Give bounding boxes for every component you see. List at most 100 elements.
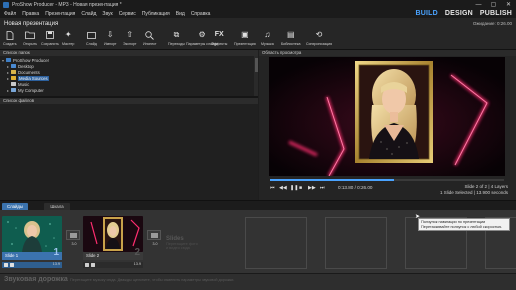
import-button[interactable]: ⇩ Импорт xyxy=(104,30,117,49)
stop-button[interactable]: ■ xyxy=(299,185,302,191)
minimize-button[interactable]: — xyxy=(471,0,486,9)
menu-file[interactable]: Файл xyxy=(4,11,16,17)
transition-duration[interactable]: 3.0 xyxy=(148,242,162,246)
slide-number: 2 xyxy=(134,247,140,258)
camera-icon[interactable] xyxy=(4,263,8,267)
inspect-button[interactable]: Инспект xyxy=(143,30,157,49)
tree-item-label: My Computer xyxy=(18,87,44,93)
tree-item-label: Desktop xyxy=(18,63,34,69)
toolbar-label: Библиотека xyxy=(281,42,301,46)
wizard-button[interactable]: ✦ Мастер xyxy=(62,30,74,49)
scrollbar-thumb[interactable] xyxy=(254,58,258,72)
save-icon xyxy=(45,30,55,40)
toolbar-label: Сохранить xyxy=(41,42,59,46)
fx-icon: FX xyxy=(214,31,224,38)
close-button[interactable]: ✕ xyxy=(501,0,516,9)
slide-duration[interactable]: 13.9 xyxy=(53,262,60,266)
file-list: Список файлов xyxy=(0,98,258,200)
status-text: Ожидание: 0:26.00 xyxy=(472,21,512,26)
soundtrack-hint: Перетащите музыку сюда. Дважды щелкните,… xyxy=(70,278,235,282)
star-folder-icon xyxy=(11,76,16,80)
import-icon: ⇩ xyxy=(106,30,114,39)
next-button[interactable]: ▶▶ xyxy=(308,185,316,191)
wizard-icon: ✦ xyxy=(64,30,72,39)
slide-button[interactable]: Слайд xyxy=(86,30,97,49)
tree-item-label: Documents xyxy=(18,69,40,75)
navigation-slider[interactable] xyxy=(270,179,504,181)
toolbar-label: Синхронизация xyxy=(306,42,333,46)
tree-item-my-computer[interactable]: ▸ My Computer xyxy=(2,87,49,93)
camera-icon[interactable] xyxy=(85,263,89,267)
toolbar-label: Инспект xyxy=(143,42,157,46)
library-button[interactable]: ▤ Библиотека xyxy=(281,30,301,49)
slide-item[interactable]: Slide 2 2 13.9 xyxy=(83,216,143,268)
menu-show[interactable]: Презентация xyxy=(45,11,75,17)
previous-button[interactable]: ◀◀ xyxy=(279,185,287,191)
app-logo-icon xyxy=(3,1,9,8)
effects-button[interactable]: FX Эффекты xyxy=(211,30,227,49)
export-icon: ⇧ xyxy=(126,30,134,39)
transition-duration[interactable]: 3.0 xyxy=(67,242,81,246)
browser-panel: Список папок ▾ ProShow Producer ▸ Deskto… xyxy=(0,50,258,200)
last-slide-button[interactable]: ⏭ xyxy=(320,185,325,191)
tree-item-media-sources[interactable]: ▸ Media Sources xyxy=(2,75,49,81)
music-button[interactable]: ♫ Музыка xyxy=(261,30,274,49)
transition-item[interactable]: 3.0 xyxy=(66,230,80,246)
mode-build[interactable]: BUILD xyxy=(415,10,437,17)
toolbar-label: Слайд xyxy=(86,42,97,46)
transitions-icon: ⧉ xyxy=(173,30,180,39)
menu-help[interactable]: Справка xyxy=(191,11,211,17)
tree-item-label: Music xyxy=(18,81,30,87)
pause-button[interactable]: ❚❚ xyxy=(290,185,298,191)
slide-number: 1 xyxy=(53,247,59,258)
menu-view[interactable]: Вид xyxy=(176,11,185,17)
menu-slide[interactable]: Слайд xyxy=(81,11,96,17)
transition-item[interactable]: 3.0 xyxy=(147,230,161,246)
sync-button[interactable]: ⟲ Синхронизация xyxy=(306,30,332,49)
folder-list: Список папок ▾ ProShow Producer ▸ Deskto… xyxy=(0,50,258,96)
preview-image xyxy=(269,57,505,176)
folder-icon xyxy=(11,70,16,74)
folder-icon xyxy=(6,58,11,62)
slide-icon xyxy=(86,30,96,40)
library-icon: ▤ xyxy=(286,30,295,39)
menu-audio[interactable]: Звук xyxy=(102,11,112,17)
toolbar-label: Создать xyxy=(3,42,17,46)
music-icon: ♫ xyxy=(264,30,271,39)
menu-publish[interactable]: Публикация xyxy=(142,11,170,17)
open-folder-icon xyxy=(25,30,35,40)
lower-tabs: Слайды Шкала xyxy=(0,200,516,211)
playback-controls: ⏮ ◀◀ ❚❚ ■ ▶▶ ⏭ 0:13.80 / 0:26.00 Slide 2… xyxy=(259,178,516,200)
audio-icon[interactable] xyxy=(10,263,14,267)
soundtrack-track[interactable]: Звуковая дорожка Перетащите музыку сюда.… xyxy=(0,273,516,290)
export-button[interactable]: ⇧ Экспорт xyxy=(123,30,137,49)
toolbar-label: Эффекты xyxy=(211,42,228,46)
folder-scrollbar[interactable] xyxy=(254,56,258,96)
mode-publish[interactable]: PUBLISH xyxy=(480,10,512,17)
empty-slides-placeholder: Slides Перетащите фото и видео сюда xyxy=(166,236,198,250)
audio-icon[interactable] xyxy=(91,263,95,267)
show-button[interactable]: ▣ Презентация xyxy=(234,30,256,49)
menu-tools[interactable]: Сервис xyxy=(119,11,136,17)
soundtrack-label: Звуковая дорожка xyxy=(4,276,68,283)
slide-item[interactable]: Slide 1 1 13.9 xyxy=(2,216,62,268)
slide-duration[interactable]: 13.9 xyxy=(134,262,141,266)
new-doc-icon xyxy=(5,30,15,40)
first-slide-button[interactable]: ⏮ xyxy=(270,185,275,191)
mode-design[interactable]: DESIGN xyxy=(445,10,473,17)
sync-icon: ⟲ xyxy=(315,30,323,39)
transitions-button[interactable]: ⧉ Переходы xyxy=(168,30,185,49)
mode-switcher: BUILD DESIGN PUBLISH xyxy=(415,9,512,18)
menu-edit[interactable]: Правка xyxy=(22,11,39,17)
tree-item-label: Media Sources xyxy=(18,75,49,81)
open-button[interactable]: Открыть xyxy=(23,30,37,49)
create-button[interactable]: Создать xyxy=(3,30,17,49)
save-button[interactable]: Сохранить xyxy=(41,30,59,49)
toolbar-label: Импорт xyxy=(104,42,117,46)
empty-slide-slot[interactable] xyxy=(245,217,307,269)
empty-slide-slot[interactable] xyxy=(325,217,387,269)
toolbar-label: Открыть xyxy=(23,42,38,46)
preview-stage[interactable] xyxy=(269,57,505,176)
maximize-button[interactable]: ▢ xyxy=(486,0,501,9)
tooltip-text: Перетаскивайте ползунок с любой скорость… xyxy=(421,225,503,229)
